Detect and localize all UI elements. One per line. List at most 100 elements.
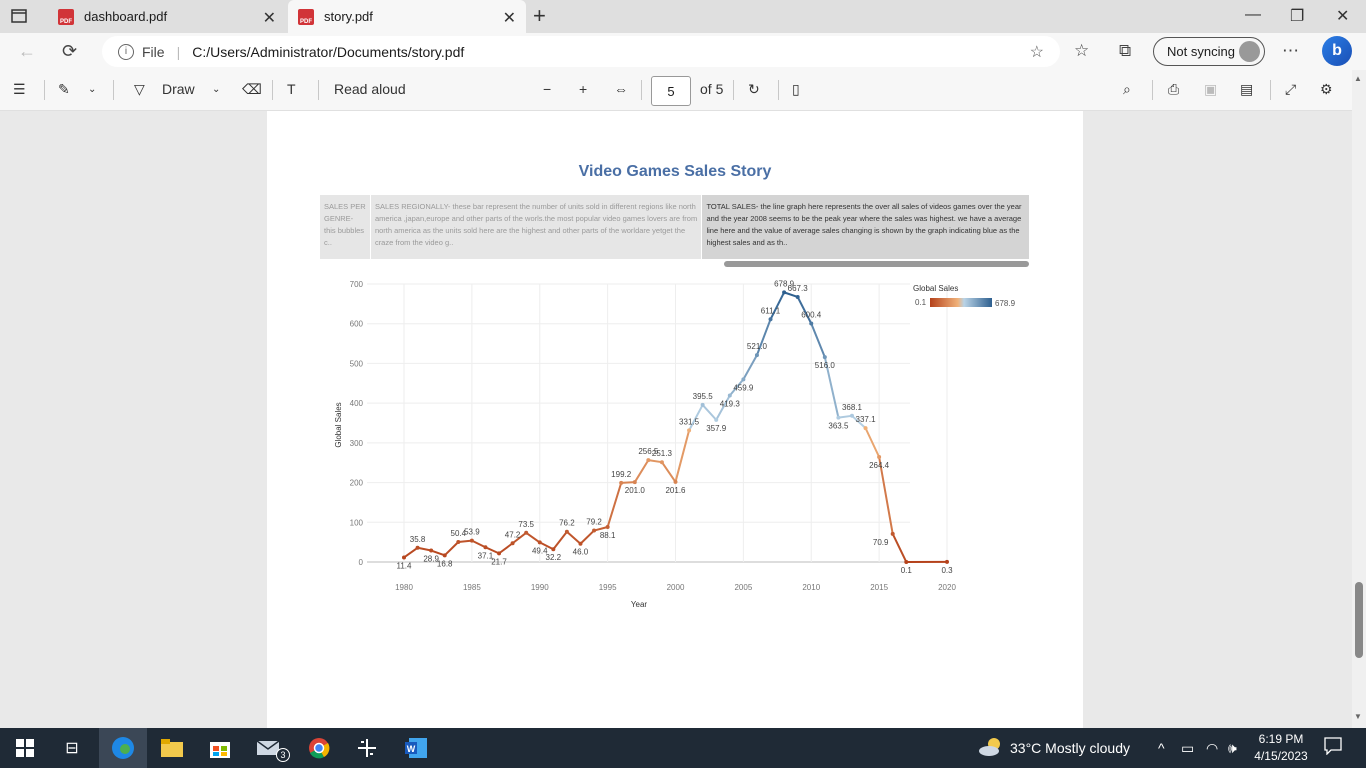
rotate-icon[interactable]: ↻ (748, 81, 760, 98)
data-point[interactable] (849, 413, 854, 418)
weather-text[interactable]: 33°C Mostly cloudy (1010, 740, 1130, 756)
data-point[interactable] (741, 377, 746, 382)
scroll-down-icon[interactable]: ▼ (1354, 712, 1362, 721)
store-icon[interactable] (208, 736, 232, 760)
data-point[interactable] (537, 540, 542, 545)
zoom-in-icon[interactable]: + (579, 81, 587, 97)
data-point[interactable] (904, 559, 909, 564)
story-navigator-scrollbar[interactable] (724, 261, 1029, 267)
start-windows-icon[interactable] (13, 736, 37, 760)
draw-icon[interactable]: ▽ (134, 81, 145, 98)
minimize-button[interactable]: — (1245, 6, 1261, 24)
data-point[interactable] (945, 559, 949, 564)
data-point[interactable] (469, 538, 474, 543)
bing-icon[interactable]: b (1322, 36, 1352, 66)
info-icon[interactable]: i (118, 43, 134, 60)
weather-icon[interactable] (978, 737, 1004, 760)
search-icon[interactable]: ⌕ (1123, 81, 1131, 98)
scroll-up-icon[interactable]: ▲ (1354, 74, 1362, 83)
settings-gear-icon[interactable]: ⚙ (1320, 81, 1333, 98)
address-bar[interactable]: i File | C:/Users/Administrator/Document… (102, 36, 1060, 67)
chevron-down-icon[interactable]: ⌄ (88, 84, 96, 95)
page-view-icon[interactable]: ▯ (792, 81, 800, 98)
data-point[interactable] (782, 290, 787, 295)
data-point[interactable] (632, 480, 637, 485)
save-as-icon[interactable]: ▤ (1240, 81, 1253, 98)
edge-icon[interactable] (111, 736, 135, 760)
data-point[interactable] (768, 317, 773, 322)
close-tab-icon[interactable]: ✕ (503, 8, 516, 28)
data-point[interactable] (727, 393, 732, 398)
data-point[interactable] (619, 480, 624, 485)
show-hidden-icons[interactable]: ^ (1158, 740, 1165, 756)
more-options-icon[interactable]: ⋯ (1282, 41, 1299, 61)
word-icon[interactable]: W (404, 736, 428, 760)
volume-icon[interactable]: 🕪 (1228, 740, 1237, 757)
add-favorite-icon[interactable]: ☆ (1030, 42, 1044, 62)
data-point[interactable] (551, 547, 556, 552)
read-aloud-button[interactable]: Read aloud (334, 81, 406, 97)
fullscreen-icon[interactable]: ⤢ (1285, 81, 1296, 98)
zoom-out-icon[interactable]: − (543, 81, 551, 97)
data-point[interactable] (754, 353, 759, 358)
draw-button[interactable]: Draw (162, 81, 195, 97)
url-text[interactable]: C:/Users/Administrator/Documents/story.p… (192, 44, 464, 60)
data-point[interactable] (659, 460, 664, 465)
data-point[interactable] (795, 294, 800, 299)
data-point[interactable] (497, 551, 502, 556)
tab-story[interactable]: PDF story.pdf ✕ (288, 0, 526, 33)
data-point[interactable] (456, 539, 461, 544)
chevron-down-icon[interactable]: ⌄ (212, 84, 220, 95)
story-point-regional[interactable]: SALES REGIONALLY- these bar represent th… (370, 195, 702, 259)
story-point-genre[interactable]: SALES PER GENRE- this bubbles c.. (320, 195, 370, 259)
back-icon[interactable]: ← (18, 41, 36, 62)
battery-icon[interactable]: ▭ (1181, 740, 1194, 757)
story-point-total[interactable]: TOTAL SALES- the line graph here represe… (702, 195, 1029, 259)
page-number-input[interactable]: 5 (651, 76, 691, 106)
data-point[interactable] (890, 531, 895, 536)
data-point[interactable] (402, 555, 406, 560)
data-point[interactable] (510, 541, 515, 546)
notifications-icon[interactable] (1324, 737, 1342, 758)
tab-actions-button[interactable] (8, 6, 30, 26)
data-point[interactable] (714, 417, 719, 422)
data-point[interactable] (578, 541, 583, 546)
data-point[interactable] (605, 525, 610, 530)
wifi-icon[interactable]: ◠ (1206, 740, 1218, 757)
data-point[interactable] (809, 321, 814, 326)
clock[interactable]: 6:19 PM 4/15/2023 (1252, 731, 1310, 765)
data-point[interactable] (415, 545, 420, 550)
data-point[interactable] (687, 428, 692, 433)
data-point[interactable] (442, 553, 447, 558)
save-icon[interactable]: ▣ (1204, 81, 1217, 98)
data-point[interactable] (863, 426, 868, 431)
text-box-icon[interactable]: T (287, 81, 296, 97)
data-point[interactable] (592, 528, 597, 533)
task-view-icon[interactable]: ⊟ (60, 736, 84, 760)
highlight-icon[interactable]: ✎ (58, 81, 70, 98)
restore-button[interactable]: ❐ (1290, 6, 1304, 26)
data-point[interactable] (646, 458, 651, 463)
file-explorer-icon[interactable] (160, 736, 184, 760)
fit-page-icon[interactable]: ⇔ (614, 81, 628, 97)
new-tab-button[interactable]: + (533, 3, 546, 29)
refresh-icon[interactable]: ⟳ (62, 41, 77, 62)
data-point[interactable] (877, 454, 882, 459)
page-scrollbar[interactable]: ▲ ▼ (1352, 70, 1366, 728)
favorites-icon[interactable]: ☆ (1074, 41, 1089, 61)
data-point[interactable] (524, 530, 529, 535)
data-point[interactable] (822, 355, 827, 360)
data-point[interactable] (673, 479, 678, 484)
tableau-icon[interactable] (355, 736, 379, 760)
scrollbar-thumb[interactable] (1355, 582, 1363, 658)
tab-dashboard[interactable]: PDF dashboard.pdf ✕ (48, 0, 286, 33)
data-point[interactable] (836, 415, 841, 420)
close-window-button[interactable]: ✕ (1336, 6, 1349, 26)
eraser-icon[interactable]: ⌫ (242, 81, 262, 98)
collections-icon[interactable]: ⧉ (1119, 41, 1131, 61)
contents-icon[interactable]: ☰ (13, 81, 26, 98)
data-point[interactable] (483, 545, 488, 550)
close-tab-icon[interactable]: ✕ (263, 8, 276, 28)
data-point[interactable] (429, 548, 434, 553)
profile-sync-button[interactable]: Not syncing (1153, 37, 1265, 66)
